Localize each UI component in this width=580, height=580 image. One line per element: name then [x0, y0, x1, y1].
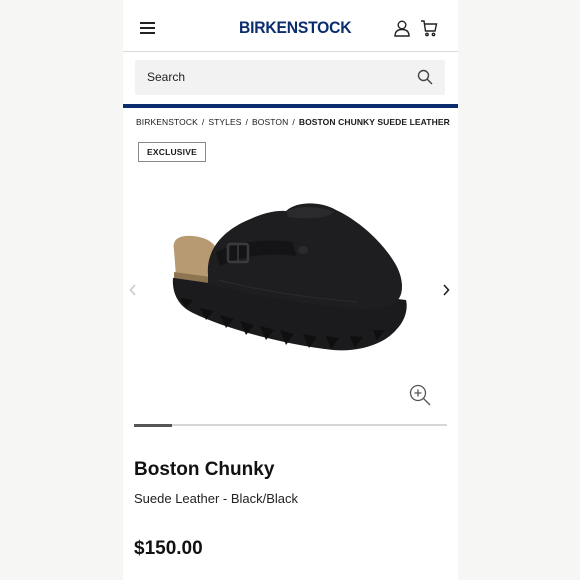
hamburger-menu-icon[interactable] — [140, 22, 155, 34]
carousel-progress — [134, 423, 447, 427]
product-variant: Suede Leather - Black/Black — [134, 491, 299, 506]
search-icon[interactable] — [417, 69, 433, 85]
breadcrumb-link-birkenstock[interactable]: BIRKENSTOCK — [136, 117, 198, 127]
breadcrumb-current: BOSTON CHUNKY SUEDE LEATHER — [298, 117, 450, 127]
carousel-progress-fill — [134, 423, 172, 427]
product-image[interactable] — [158, 180, 428, 370]
exclusive-badge: EXCLUSIVE — [138, 142, 206, 162]
product-title: Boston Chunky — [134, 459, 275, 480]
shopping-cart-icon[interactable] — [420, 19, 438, 37]
chevron-left-icon[interactable] — [128, 283, 138, 297]
product-price: $150.00 — [134, 538, 203, 559]
breadcrumb-link-styles[interactable]: STYLES — [208, 117, 241, 127]
user-icon[interactable] — [393, 19, 411, 37]
site-header: BIRKENSTOCK — [123, 0, 458, 52]
mobile-page: BIRKENSTOCK Search BIRKENSTOCK / STYLES / BO… — [123, 0, 458, 580]
zoom-in-icon[interactable] — [408, 383, 432, 407]
header-accent-rule — [123, 104, 458, 108]
breadcrumb: BIRKENSTOCK / STYLES / BOSTON / BOSTON CHUNKY … — [136, 117, 450, 127]
brand-logo[interactable]: BIRKENSTOCK — [239, 18, 352, 38]
search-input[interactable]: Search — [135, 60, 445, 95]
breadcrumb-link-boston[interactable]: BOSTON — [252, 117, 288, 127]
search-placeholder: Search — [147, 70, 186, 84]
chevron-right-icon[interactable] — [441, 283, 451, 297]
